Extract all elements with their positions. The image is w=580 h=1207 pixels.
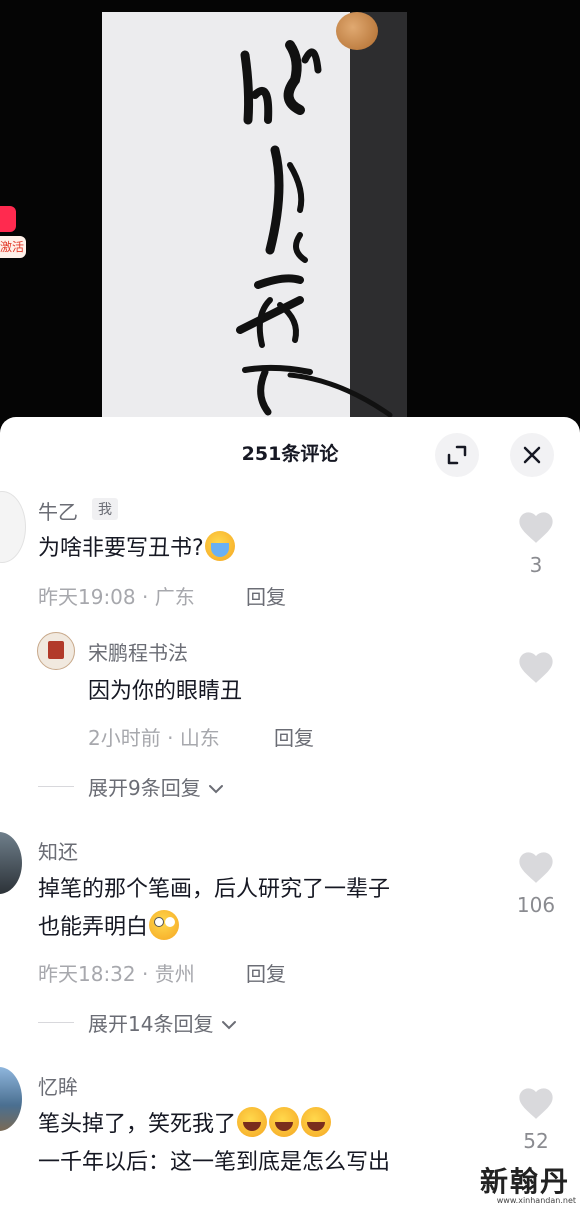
like-count: 3 (529, 553, 543, 577)
comment-meta: 昨天19:08 · 广东 (38, 585, 195, 609)
expand-replies-text: 展开9条回复 (88, 776, 201, 800)
laughing-face-emoji (269, 1107, 300, 1137)
like-count: 52 (523, 1129, 549, 1153)
promo-badge-label: 激活 (0, 236, 26, 258)
divider (38, 786, 74, 787)
comment-time: 昨天19:08 (38, 585, 136, 609)
reply-meta: 2小时前 · 山东 (88, 726, 220, 750)
comment-text-line: 掉笔的那个笔画，后人研究了一辈子 (38, 877, 391, 902)
reply-button[interactable]: 回复 (274, 722, 314, 751)
like-button[interactable]: 3 (514, 509, 558, 577)
comment-location: 广东 (154, 585, 195, 609)
comment-text-line: 笔头掉了，笑死我了 (38, 1106, 390, 1144)
expand-replies-label: 展开9条回复 (88, 772, 225, 801)
comment-text: 为啥非要写丑书? (38, 530, 236, 568)
site-watermark: 新翰丹 www.xinhandan.net (472, 1160, 580, 1207)
heart-icon (519, 1088, 553, 1119)
self-tag: 我 (92, 498, 118, 520)
comment-meta: 昨天18:32 · 贵州 (38, 962, 195, 986)
comment-count-title: 251条评论 (241, 443, 339, 465)
watermark-brand: 新翰丹 (480, 1165, 571, 1198)
reply-avatar[interactable] (37, 632, 75, 670)
comment-panel: 251条评论 牛乙 我 为啥非要写丑书? 昨天19:08 · 广东 回复 3 宋… (0, 417, 580, 1207)
expand-replies-text: 展开14条回复 (88, 1012, 214, 1036)
crying-face-emoji (204, 531, 235, 561)
divider (38, 1022, 74, 1023)
avatar[interactable] (0, 832, 22, 894)
like-count: 106 (516, 893, 556, 917)
video-player[interactable]: 激活 (0, 0, 580, 425)
comment-username[interactable]: 知还 (38, 836, 78, 865)
comment-text-content: 为啥非要写丑书? (38, 536, 204, 561)
avatar[interactable] (0, 491, 26, 563)
comment-location: 贵州 (154, 962, 195, 986)
heart-icon (519, 512, 553, 543)
expand-replies-label: 展开14条回复 (88, 1008, 238, 1037)
reply-text: 因为你的眼睛丑 (88, 679, 243, 704)
comment-text: 掉笔的那个笔画，后人研究了一辈子 也能弄明白 (38, 871, 390, 947)
reply-like-button[interactable] (514, 649, 558, 689)
chevron-down-icon (221, 1021, 236, 1030)
comment-username[interactable]: 牛乙 (38, 496, 78, 525)
seal-mark (48, 641, 64, 659)
expand-button[interactable] (435, 433, 479, 477)
close-button[interactable] (510, 433, 554, 477)
comment-text-line: 一千年以后：这一笔到底是怎么写出 (38, 1150, 391, 1175)
like-button[interactable]: 106 (514, 849, 558, 917)
comment-text-content: 也能弄明白 (38, 915, 149, 940)
side-promo-badge[interactable]: 激活 (0, 206, 26, 264)
reply-location: 山东 (179, 726, 220, 750)
expand-icon (447, 445, 467, 465)
avatar[interactable] (0, 1067, 22, 1131)
reply-button[interactable]: 回复 (246, 581, 286, 610)
heart-icon (519, 852, 553, 883)
promo-badge-icon (0, 206, 16, 232)
laughing-face-emoji (237, 1107, 268, 1137)
comment-username[interactable]: 忆眸 (38, 1071, 78, 1100)
comment-text-line: 也能弄明白 (38, 909, 390, 947)
comment-time: 昨天18:32 (38, 962, 136, 986)
calligraphy-strokes (236, 40, 393, 418)
close-icon (523, 446, 541, 464)
chevron-down-icon (209, 785, 224, 794)
heart-icon (519, 652, 553, 683)
reply-button[interactable]: 回复 (246, 958, 286, 987)
reply-time: 2小时前 (88, 726, 161, 750)
laughing-face-emoji (301, 1107, 332, 1137)
reply-username[interactable]: 宋鹏程书法 (88, 637, 188, 666)
comment-text-content: 笔头掉了，笑死我了 (38, 1112, 237, 1137)
like-button[interactable]: 52 (514, 1085, 558, 1153)
eye-roll-emoji (149, 910, 180, 940)
comment-text: 笔头掉了，笑死我了 一千年以后：这一笔到底是怎么写出 (38, 1106, 390, 1182)
